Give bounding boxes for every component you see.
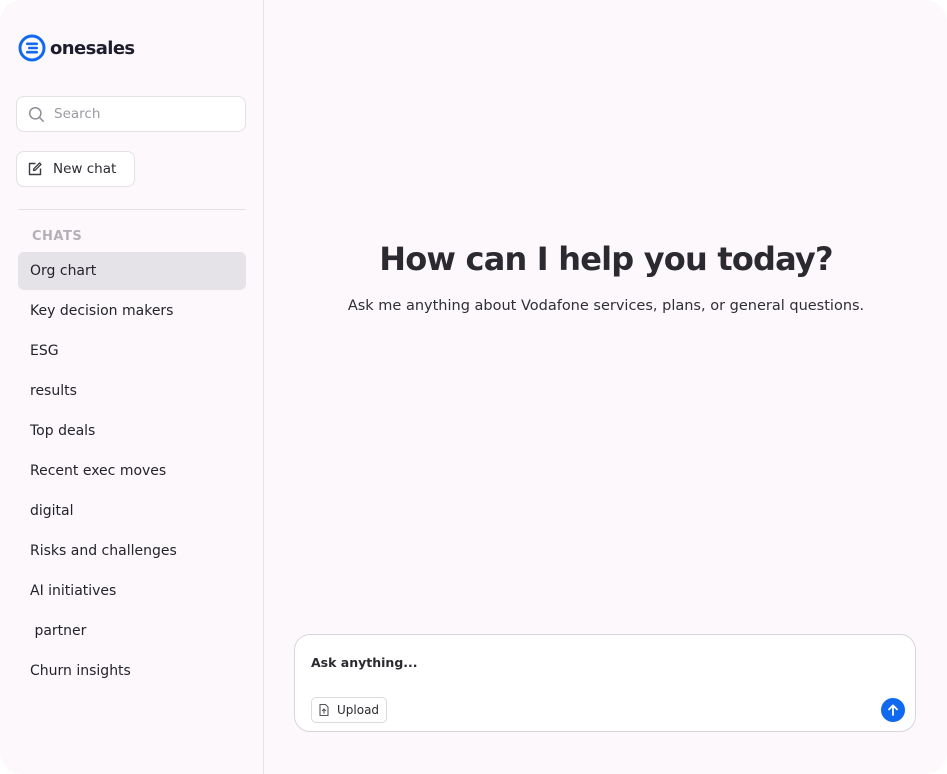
chat-item-org-chart[interactable]: Org chart bbox=[18, 252, 246, 290]
chat-composer: Upload bbox=[294, 634, 916, 732]
chat-item-ai-initiatives[interactable]: AI initiatives bbox=[18, 572, 246, 610]
logo[interactable]: onesales bbox=[18, 34, 135, 62]
chat-item-esg[interactable]: ESG bbox=[18, 332, 246, 370]
new-chat-button[interactable]: New chat bbox=[16, 151, 135, 187]
search-box[interactable]: Search bbox=[16, 96, 246, 132]
chat-item-recent-exec-moves[interactable]: Recent exec moves bbox=[18, 452, 246, 490]
new-chat-label: New chat bbox=[53, 161, 117, 177]
chat-item-results[interactable]: results bbox=[18, 372, 246, 410]
upload-label: Upload bbox=[337, 703, 380, 717]
upload-button[interactable]: Upload bbox=[311, 697, 387, 723]
arrow-up-icon bbox=[888, 704, 898, 716]
chat-item-churn-insights[interactable]: Churn insights bbox=[18, 652, 246, 690]
file-upload-icon bbox=[319, 703, 329, 717]
sidebar: onesales Search New chat CHATS Org chart… bbox=[0, 0, 264, 774]
page-title: How can I help you today? bbox=[379, 240, 833, 278]
chat-item-digital[interactable]: digital bbox=[18, 492, 246, 530]
send-button[interactable] bbox=[881, 698, 905, 722]
app-window: onesales Search New chat CHATS Org chart… bbox=[0, 0, 947, 774]
sidebar-divider bbox=[18, 209, 246, 210]
onesales-logo-icon bbox=[18, 34, 46, 62]
chats-section-label: CHATS bbox=[32, 229, 83, 244]
search-placeholder: Search bbox=[54, 106, 101, 122]
chat-item-top-deals[interactable]: Top deals bbox=[18, 412, 246, 450]
message-input[interactable] bbox=[311, 655, 851, 670]
main-panel: How can I help you today? Ask me anythin… bbox=[265, 0, 947, 774]
chat-list: Org chart Key decision makers ESG result… bbox=[18, 252, 246, 692]
edit-square-icon bbox=[28, 162, 42, 176]
chat-item-partner[interactable]: partner bbox=[18, 612, 246, 650]
chat-item-risks-and-challenges[interactable]: Risks and challenges bbox=[18, 532, 246, 570]
brand-name: onesales bbox=[50, 37, 135, 59]
chat-item-key-decision-makers[interactable]: Key decision makers bbox=[18, 292, 246, 330]
search-icon bbox=[28, 106, 44, 122]
page-subtitle: Ask me anything about Vodafone services,… bbox=[347, 298, 865, 314]
